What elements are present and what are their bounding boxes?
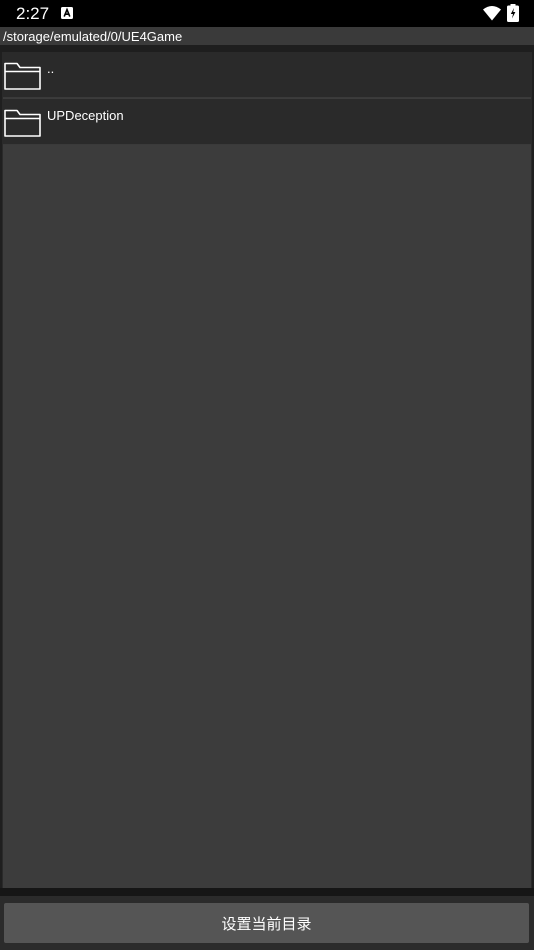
- status-time: 2:27: [16, 4, 50, 23]
- file-name: ..: [47, 61, 55, 76]
- current-path: /storage/emulated/0/UE4Game: [3, 29, 183, 44]
- folder-icon: [4, 62, 41, 90]
- path-bar: /storage/emulated/0/UE4Game: [0, 27, 534, 45]
- folder-icon: [4, 109, 41, 137]
- divider: [0, 45, 534, 52]
- bottom-action-bar: 设置当前目录: [0, 896, 534, 950]
- file-list[interactable]: .. UPDeception: [2, 52, 532, 888]
- battery-charging-icon: [507, 4, 519, 22]
- file-name: UPDeception: [47, 108, 124, 123]
- divider: [0, 888, 534, 896]
- set-current-directory-button[interactable]: 设置当前目录: [4, 903, 529, 943]
- status-bar: 2:27: [0, 0, 534, 27]
- file-row-updeception[interactable]: UPDeception: [3, 99, 531, 145]
- notification-icon: [61, 7, 73, 19]
- wifi-icon: [483, 6, 501, 21]
- file-row-parent[interactable]: ..: [3, 52, 531, 98]
